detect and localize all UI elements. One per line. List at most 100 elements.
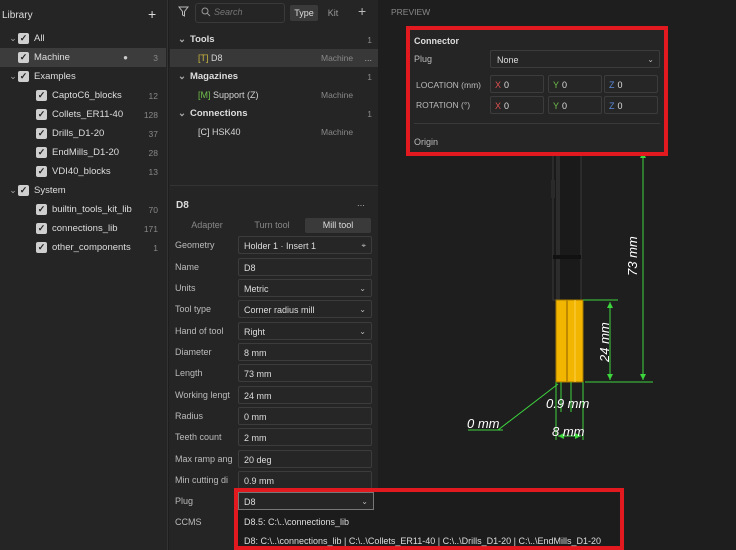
checkbox[interactable]: ✓ [36,128,47,139]
search-icon [201,7,211,20]
location-x-field[interactable]: X0 [490,75,544,93]
group-count: 1 [367,109,372,119]
max-ramp-field[interactable]: 20 deg [238,450,372,468]
group-tools[interactable]: ⌄ Tools 1 [170,31,378,49]
length-field[interactable]: 73 mm [238,364,372,382]
radius-label: Radius [175,411,204,421]
checkbox[interactable]: ✓ [18,71,29,82]
x-axis-label: X [495,80,502,90]
tree-label: other_components [52,242,131,253]
type-toggle-button[interactable]: Type [290,5,318,21]
checkbox[interactable]: ✓ [18,185,29,196]
plug-input[interactable]: D8 ⌄ [238,492,374,510]
checkbox[interactable]: ✓ [36,242,47,253]
tree-item-builtin[interactable]: ✓ builtin_tools_kit_lib 70 [0,200,166,219]
chevron-down-icon[interactable]: ⌄ [8,185,18,196]
tool-name: D8 [211,53,223,63]
working-length-label: Working lengt [175,390,230,400]
units-value: Metric [244,284,269,294]
add-tool-icon[interactable]: + [358,3,366,19]
rotation-x-field[interactable]: X0 [490,96,544,114]
teeth-count-field[interactable]: 2 mm [238,428,372,446]
tree-label: builtin_tools_kit_lib [52,204,132,215]
checkbox[interactable]: ✓ [36,166,47,177]
tree-item-collets[interactable]: ✓ Collets_ER11-40 128 [0,105,166,124]
diameter-label: Diameter [175,347,212,357]
location-y-field[interactable]: Y0 [548,75,602,93]
plug-value: None [497,55,519,65]
min-cut-dimension: 0.9 mm [546,396,590,411]
tool-name: Support (Z) [213,90,259,100]
target-icon[interactable]: ⌖ [361,237,366,255]
add-library-icon[interactable]: + [148,6,156,22]
tree-item-endmills[interactable]: ✓ EndMills_D1-20 28 [0,143,166,162]
tree-item-machine[interactable]: ✓ Machine ● 3 [0,48,166,67]
tool-item-support[interactable]: [M] Support (Z) Machine [170,86,378,104]
tree-item-connections-lib[interactable]: ✓ connections_lib 171 [0,219,166,238]
teeth-count-label: Teeth count [175,432,222,442]
checkbox[interactable]: ✓ [18,33,29,44]
divider [170,185,378,186]
tree-item-other-components[interactable]: ✓ other_components 1 [0,238,166,257]
rotation-z-value: 0 [617,101,623,111]
tool-item-hsk40[interactable]: [C] HSK40 Machine [170,123,378,141]
hand-select[interactable]: Right ⌄ [238,322,372,340]
radius-dimension: 0 mm [467,416,500,431]
chevron-down-icon[interactable]: ⌄ [178,71,186,82]
chevron-down-icon[interactable]: ⌄ [361,493,368,511]
tree-item-system[interactable]: ⌄ ✓ System [0,181,166,200]
rotation-z-field[interactable]: Z0 [604,96,658,114]
checkbox[interactable]: ✓ [36,223,47,234]
geometry-value: Holder 1 · Insert 1 [244,241,317,251]
checkbox[interactable]: ✓ [18,52,29,63]
checkbox[interactable]: ✓ [36,204,47,215]
checkbox[interactable]: ✓ [36,147,47,158]
more-options-icon[interactable]: ... [357,198,365,209]
chevron-down-icon[interactable]: ⌄ [8,71,18,82]
group-magazines[interactable]: ⌄ Magazines 1 [170,68,378,86]
diameter-field[interactable]: 8 mm [238,343,372,361]
length-dimension: 73 mm [625,236,640,276]
kit-toggle-button[interactable]: Kit [321,5,345,21]
tree-item-examples[interactable]: ⌄ ✓ Examples [0,67,166,86]
tab-adapter[interactable]: Adapter [175,218,239,233]
tree-item-captoc6[interactable]: ✓ CaptoC6_blocks 12 [0,86,166,105]
chevron-down-icon[interactable]: ⌄ [8,33,18,44]
z-axis-label: Z [609,101,615,111]
geometry-field[interactable]: Holder 1 · Insert 1 ⌖ [238,236,372,254]
autocomplete-option[interactable]: D8: C:\..\connections_lib | C:\..\Collet… [244,536,601,546]
chevron-down-icon[interactable]: ⌄ [178,34,186,45]
tree-item-drills[interactable]: ✓ Drills_D1-20 37 [0,124,166,143]
library-title: Library [2,10,33,21]
name-field[interactable]: D8 [238,258,372,276]
checkbox[interactable]: ✓ [36,109,47,120]
group-connections[interactable]: ⌄ Connections 1 [170,105,378,123]
min-cutting-field[interactable]: 0.9 mm [238,471,372,489]
radius-field[interactable]: 0 mm [238,407,372,425]
tree-count: 13 [148,166,158,177]
tool-type-select[interactable]: Corner radius mill ⌄ [238,300,372,318]
location-z-field[interactable]: Z0 [604,75,658,93]
chevron-down-icon: ⌄ [359,305,366,314]
chevron-down-icon[interactable]: ⌄ [178,108,186,119]
search-input[interactable]: Search [195,3,285,23]
autocomplete-option[interactable]: D8.5: C:\..\connections_lib [244,517,349,527]
tree-item-vdi40[interactable]: ✓ VDI40_blocks 13 [0,162,166,181]
tab-mill-tool[interactable]: Mill tool [305,218,371,233]
tree-item-all[interactable]: ⌄ ✓ All [0,29,166,48]
rotation-y-field[interactable]: Y0 [548,96,602,114]
checkbox[interactable]: ✓ [36,90,47,101]
working-length-field[interactable]: 24 mm [238,386,372,404]
tab-turn-tool[interactable]: Turn tool [240,218,304,233]
filter-icon[interactable] [177,6,190,20]
tree-label: All [34,33,45,44]
max-ramp-label: Max ramp ang [175,454,233,464]
chevron-down-icon: ⌄ [647,55,654,64]
location-z-value: 0 [617,80,623,90]
connector-plug-select[interactable]: None ⌄ [490,50,660,68]
units-select[interactable]: Metric ⌄ [238,279,372,297]
location-x-value: 0 [504,80,510,90]
more-options-icon[interactable]: ... [364,49,372,67]
chevron-down-icon: ⌄ [359,284,366,293]
tool-item-d8[interactable]: [T] D8 Machine ... [170,49,378,67]
